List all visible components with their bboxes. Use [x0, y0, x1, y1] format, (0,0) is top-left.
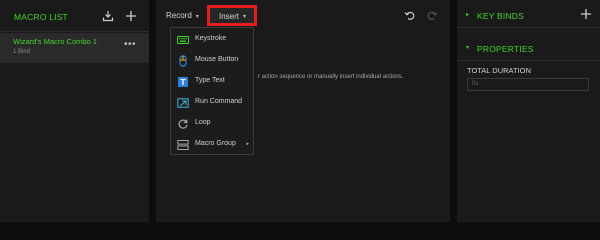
menu-label: Type Text — [195, 77, 225, 84]
chevron-right-icon: ▸ — [246, 141, 249, 147]
menu-item-loop[interactable]: Loop — [171, 113, 253, 134]
add-key-bind-icon[interactable] — [580, 7, 592, 25]
key-binds-title: KEY BINDS — [477, 11, 524, 21]
more-options-icon[interactable]: ••• — [124, 39, 136, 50]
empty-state-hint: r action sequence or manually insert ind… — [258, 74, 404, 80]
menu-item-run-command[interactable]: Run Command — [171, 92, 253, 113]
chevron-down-icon: ▾ — [243, 14, 247, 20]
collapse-icon: ▾ — [466, 45, 470, 51]
editor-toolbar: Record ▾ Insert ▾ — [156, 0, 450, 30]
menu-item-macro-group[interactable]: Macro Group ▸ — [171, 134, 253, 155]
menu-label: Run Command — [195, 98, 243, 105]
macro-group-icon — [177, 138, 189, 150]
menu-item-mouse-button[interactable]: Mouse Button — [171, 50, 253, 71]
macro-name: Wizard's Macro Combo 1 — [13, 37, 97, 46]
total-duration-label: TOTAL DURATION — [467, 66, 531, 75]
duration-placeholder: 0s — [472, 81, 479, 87]
macro-list-title: MACRO LIST — [14, 12, 68, 22]
key-binds-section[interactable]: ▸ KEY BINDS — [457, 0, 600, 28]
text-icon — [177, 75, 189, 87]
redo-icon[interactable] — [426, 8, 438, 26]
menu-item-keystroke[interactable]: Keystroke — [171, 29, 253, 50]
menu-label: Loop — [195, 119, 211, 126]
record-label: Record — [166, 11, 192, 20]
settings-panel: ▸ KEY BINDS ▾ PROPERTIES TOTAL DURATION … — [457, 0, 600, 222]
run-command-icon — [177, 96, 189, 108]
add-macro-icon[interactable] — [124, 9, 138, 23]
total-duration-field[interactable]: 0s — [467, 78, 589, 91]
macro-list-item[interactable]: Wizard's Macro Combo 1 1 Bind ••• — [0, 33, 149, 63]
properties-section[interactable]: ▾ PROPERTIES — [457, 33, 600, 61]
import-icon[interactable] — [101, 9, 115, 23]
insert-dropdown[interactable]: Insert ▾ — [207, 5, 257, 26]
macro-list-header: MACRO LIST — [0, 0, 149, 32]
keyboard-icon — [177, 33, 189, 45]
chevron-down-icon: ▾ — [195, 14, 199, 20]
record-dropdown[interactable]: Record ▾ — [166, 11, 199, 20]
menu-label: Macro Group — [195, 140, 236, 147]
macro-editor-panel: Record ▾ Insert ▾ r action sequence or ma… — [156, 0, 450, 222]
macro-list-panel: MACRO LIST Wizard's Macro Combo 1 1 Bind… — [0, 0, 149, 222]
insert-label: Insert — [219, 12, 240, 21]
undo-icon[interactable] — [404, 8, 416, 26]
menu-label: Keystroke — [195, 35, 227, 42]
properties-title: PROPERTIES — [477, 44, 534, 54]
loop-icon — [177, 117, 189, 129]
insert-menu: Keystroke Mouse Button Type Text Run Com… — [170, 27, 254, 155]
menu-label: Mouse Button — [195, 56, 239, 63]
mouse-icon — [177, 54, 189, 67]
macro-bind-count: 1 Bind — [13, 49, 31, 55]
menu-item-type-text[interactable]: Type Text — [171, 71, 253, 92]
expand-icon: ▸ — [466, 12, 470, 18]
